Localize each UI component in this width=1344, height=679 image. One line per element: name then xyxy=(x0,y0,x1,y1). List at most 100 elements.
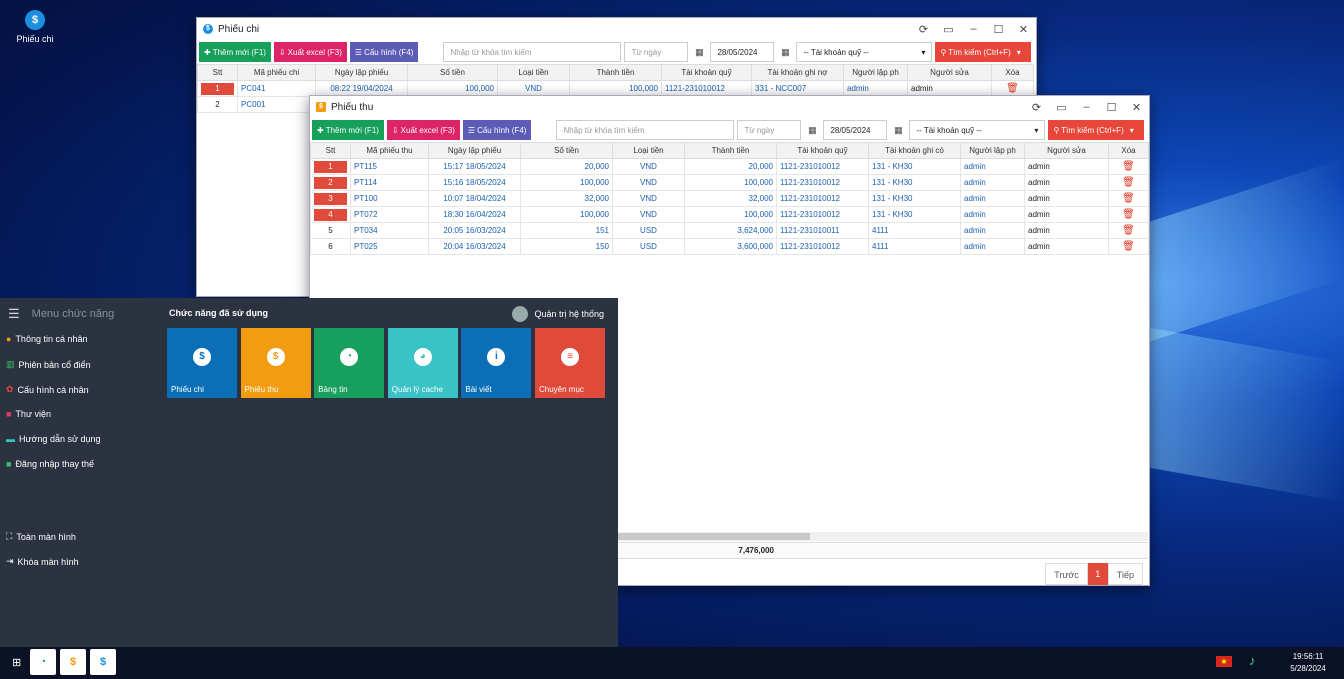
tile-4[interactable]: i Bài viết xyxy=(461,328,532,398)
minimize-icon[interactable]: – xyxy=(961,23,986,36)
refresh-icon[interactable]: ⟳ xyxy=(911,23,936,36)
trash-icon[interactable]: 🗑 xyxy=(1122,225,1135,236)
search-button[interactable]: ⚲ Tìm kiếm (Ctrl+F) ▾ xyxy=(935,42,1032,62)
tile-icon: $ xyxy=(193,348,211,366)
vietnam-flag-icon[interactable]: ★ xyxy=(1216,656,1232,667)
table-row[interactable]: 1 PT115 15:17 18/05/2024 20,000 VND 20,000 112… xyxy=(310,158,1149,175)
to-date-input[interactable]: 28/05/2024 xyxy=(710,42,775,62)
notification-bell-icon[interactable]: ♪ xyxy=(1249,653,1256,668)
monitor-icon[interactable]: ▭ xyxy=(1049,101,1074,114)
calendar-icon[interactable]: ▦ xyxy=(890,120,906,140)
column-header[interactable]: Số tiền xyxy=(407,64,498,81)
column-header[interactable]: Stt xyxy=(197,64,238,81)
hamburger-icon[interactable]: ☰ xyxy=(8,306,20,322)
tile-5[interactable]: ≡ Chuyên mục xyxy=(535,328,605,398)
trash-icon[interactable]: 🗑 xyxy=(1122,209,1135,220)
column-header[interactable]: Người sửa xyxy=(907,64,992,81)
search-button[interactable]: ⚲ Tìm kiếm (Ctrl+F) ▾ xyxy=(1048,120,1145,140)
taskbar-phieu-thu-icon[interactable]: $ xyxy=(60,649,86,675)
menu-item[interactable]: ■ Thư viện xyxy=(6,409,51,419)
taskbar-phieu-chi-icon[interactable]: $ xyxy=(90,649,116,675)
trash-icon[interactable]: 🗑 xyxy=(1006,83,1019,94)
column-header[interactable]: Thành tiền xyxy=(569,64,662,81)
monitor-icon[interactable]: ▭ xyxy=(936,23,961,36)
fullscreen-item[interactable]: ⛶ Toàn màn hình xyxy=(6,531,76,542)
menu-item[interactable]: ✿ Cấu hình cá nhân xyxy=(6,384,89,395)
maximize-icon[interactable]: ☐ xyxy=(1099,101,1124,114)
config-button[interactable]: ☰ Cấu hình (F4) xyxy=(349,42,419,62)
table-row[interactable]: 4 PT072 18:30 16/04/2024 100,000 VND 100,000 1… xyxy=(310,206,1149,223)
trash-icon[interactable]: 🗑 xyxy=(1122,177,1135,188)
column-header[interactable]: Người sửa xyxy=(1024,142,1109,159)
column-header[interactable]: Tài khoản ghi có xyxy=(868,142,961,159)
to-date-input[interactable]: 28/05/2024 xyxy=(823,120,888,140)
calendar-icon[interactable]: ▦ xyxy=(804,120,820,140)
minimize-icon[interactable]: – xyxy=(1074,101,1099,114)
table-row[interactable]: 3 PT100 10:07 18/04/2024 32,000 VND 32,000 112… xyxy=(310,190,1149,207)
maximize-icon[interactable]: ☐ xyxy=(986,23,1011,36)
menu-item[interactable]: ■ Đăng nhập thay thế xyxy=(6,459,94,469)
table-cell: PT025 xyxy=(350,238,429,255)
export-excel-button[interactable]: ⇩ Xuất excel (F3) xyxy=(273,42,347,62)
taskbar-dashboard-icon[interactable]: ◔ xyxy=(30,649,56,675)
tile-0[interactable]: $ Phiếu chi xyxy=(167,328,237,398)
config-button[interactable]: ☰ Cấu hình (F4) xyxy=(462,120,532,140)
trash-icon[interactable]: 🗑 xyxy=(1122,161,1135,172)
clock[interactable]: 19:56:11 5/28/2024 xyxy=(1280,651,1336,675)
search-input[interactable]: Nhập từ khóa tìm kiếm xyxy=(556,120,735,140)
page-1-button[interactable]: 1 xyxy=(1087,563,1108,585)
trash-icon[interactable]: 🗑 xyxy=(1122,241,1135,252)
tile-1[interactable]: $ Phiếu thu xyxy=(240,328,311,398)
column-header[interactable]: Xóa xyxy=(991,64,1034,81)
column-header[interactable]: Stt xyxy=(310,142,351,159)
calendar-icon[interactable]: ▦ xyxy=(691,42,707,62)
search-input[interactable]: Nhập từ khóa tìm kiếm xyxy=(443,42,622,62)
add-button[interactable]: ✚ Thêm mới (F1) xyxy=(312,120,384,140)
table-cell: PT072 xyxy=(350,206,429,223)
column-header[interactable]: Mã phiếu thu xyxy=(350,142,429,159)
table-row[interactable]: 6 PT025 20:04 16/03/2024 150 USD 3,600,000 112… xyxy=(310,238,1149,255)
calendar-icon[interactable]: ▦ xyxy=(777,42,793,62)
prev-page-button[interactable]: Trước xyxy=(1045,563,1088,585)
column-header[interactable]: Loại tiền xyxy=(612,142,685,159)
desktop-icon-phieu-chi[interactable]: $ Phiếu chi xyxy=(10,10,60,44)
column-header[interactable]: Số tiền xyxy=(520,142,613,159)
lock-screen-item[interactable]: ⇥ Khóa màn hình xyxy=(6,556,79,567)
next-page-button[interactable]: Tiếp xyxy=(1107,563,1143,585)
column-header[interactable]: Xóa xyxy=(1108,142,1149,159)
column-header[interactable]: Loại tiền xyxy=(497,64,570,81)
column-header[interactable]: Người lập ph xyxy=(960,142,1025,159)
table-row[interactable]: 5 PT034 20:05 16/03/2024 151 USD 3,624,000 112… xyxy=(310,222,1149,239)
menu-item[interactable]: ● Thông tin cá nhân xyxy=(6,334,88,344)
column-header[interactable]: Tài khoản ghi nợ xyxy=(751,64,844,81)
windows-start-icon[interactable]: ⊞ xyxy=(12,656,21,669)
menu-item[interactable]: ▬ Hướng dẫn sử dụng xyxy=(6,434,101,444)
close-icon[interactable]: ✕ xyxy=(1011,23,1036,36)
trash-icon[interactable]: 🗑 xyxy=(1122,193,1135,204)
export-excel-button[interactable]: ⇩ Xuất excel (F3) xyxy=(386,120,460,140)
table-cell: 1121-231010012 xyxy=(776,206,869,223)
column-header[interactable]: Thành tiền xyxy=(684,142,777,159)
title-bar[interactable]: $ Phiếu thu ⟳ ▭ – ☐ ✕ xyxy=(310,96,1149,118)
close-icon[interactable]: ✕ xyxy=(1124,101,1149,114)
table-row[interactable]: 2 PT114 15:16 18/05/2024 100,000 VND 100,000 1… xyxy=(310,174,1149,191)
tile-2[interactable]: ◔ Bảng tin xyxy=(314,328,385,398)
used-functions-title: Chức năng đã sử dụng xyxy=(169,308,269,318)
refresh-icon[interactable]: ⟳ xyxy=(1024,101,1049,114)
menu-item[interactable]: ▥ Phiên bản cổ điển xyxy=(6,359,91,370)
from-date-input[interactable]: Từ ngày xyxy=(624,42,689,62)
column-header[interactable]: Ngày lập phiếu xyxy=(315,64,408,81)
window-title: Phiếu chi xyxy=(218,23,260,35)
account-select[interactable]: -- Tài khoản quỹ -- ▾ xyxy=(796,42,933,62)
from-date-input[interactable]: Từ ngày xyxy=(737,120,802,140)
tile-3[interactable]: ◕ Quản lý cache xyxy=(387,328,458,398)
column-header[interactable]: Mã phiếu chi xyxy=(237,64,316,81)
column-header[interactable]: Tài khoản quỹ xyxy=(661,64,752,81)
column-header[interactable]: Ngày lập phiếu xyxy=(428,142,521,159)
title-bar[interactable]: $ Phiếu chi ⟳ ▭ – ☐ ✕ xyxy=(197,18,1036,40)
column-header[interactable]: Người lập ph xyxy=(843,64,908,81)
account-select[interactable]: -- Tài khoản quỹ -- ▾ xyxy=(909,120,1046,140)
add-button[interactable]: ✚ Thêm mới (F1) xyxy=(199,42,271,62)
user-menu[interactable]: Quản trị hệ thống xyxy=(512,306,604,322)
column-header[interactable]: Tài khoản quỹ xyxy=(776,142,869,159)
